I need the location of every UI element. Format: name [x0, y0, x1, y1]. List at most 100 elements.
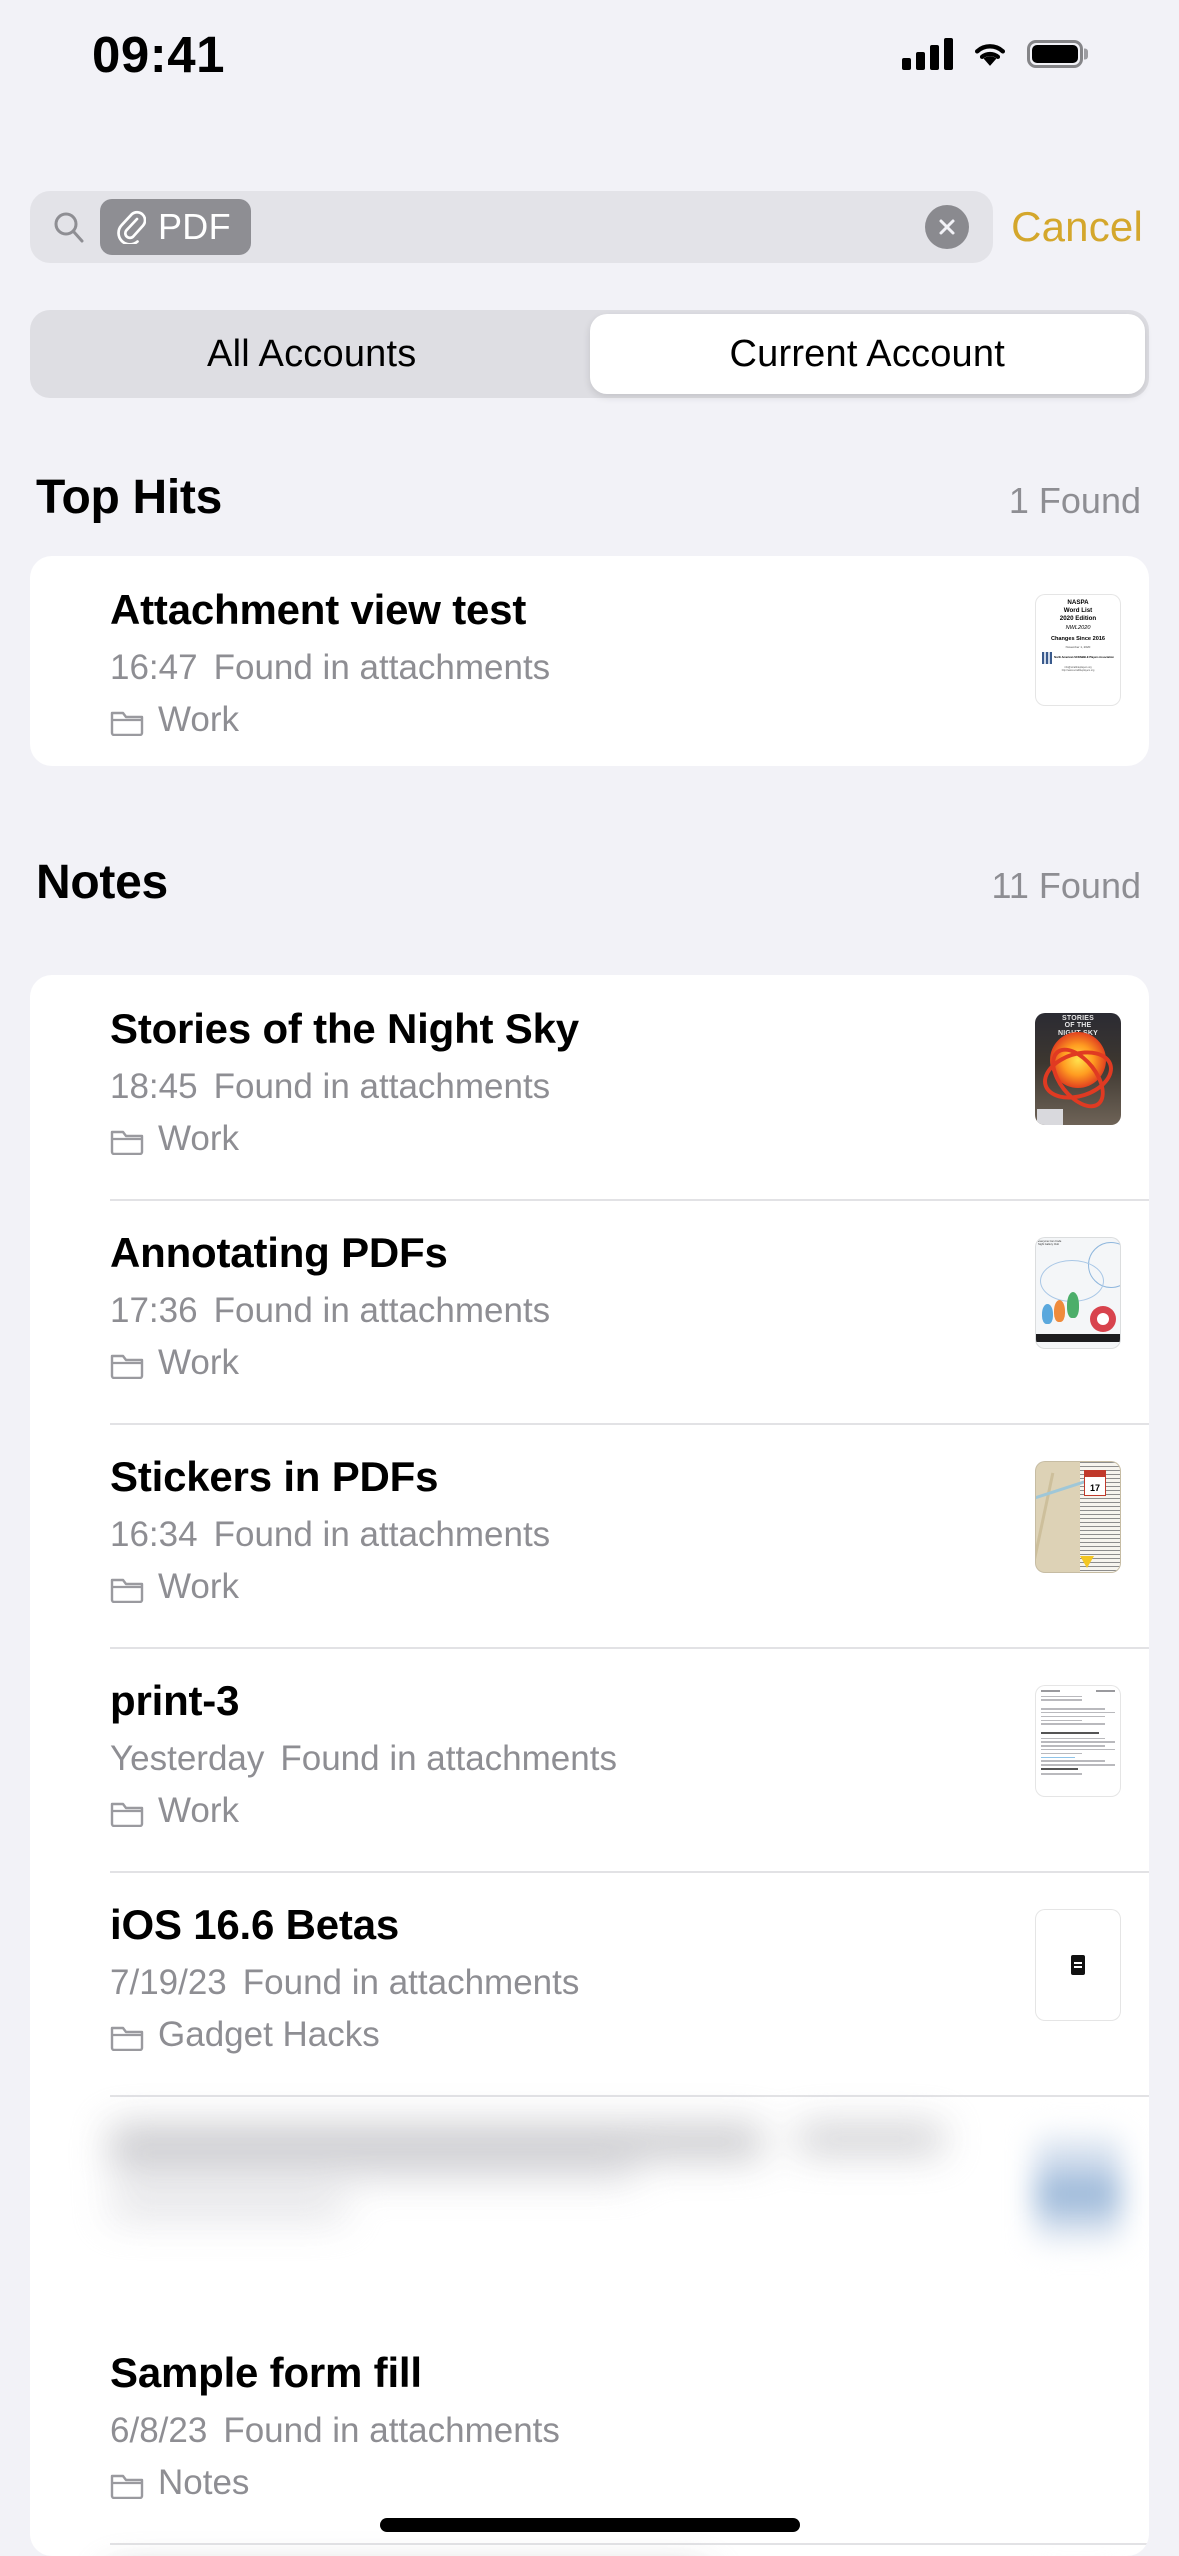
note-thumbnail: [1035, 2133, 1121, 2245]
note-folder-label: Work: [158, 1119, 240, 1158]
status-bar: 09:41: [0, 0, 1179, 108]
scope-all-accounts[interactable]: All Accounts: [34, 314, 590, 394]
note-folder: Work: [110, 1567, 1015, 1607]
list-item[interactable]: iOS 16.6 Betas 7/19/23 Found in attachme…: [30, 1871, 1149, 2095]
note-info: Stickers in PDFs 16:34 Found in attachme…: [110, 1453, 1035, 1607]
top-hits-card: Attachment view test 16:47 Found in atta…: [30, 556, 1149, 766]
folder-icon: [110, 2468, 144, 2500]
note-folder-label: Notes: [158, 2463, 250, 2502]
note-match: Found in attachments: [213, 1291, 551, 1330]
thumb-org: NASPA: [1067, 599, 1089, 606]
note-match: Found in attachments: [223, 2411, 560, 2450]
list-item[interactable]: [30, 2543, 1149, 2556]
scope-segmented-control[interactable]: All Accounts Current Account: [30, 310, 1149, 398]
list-item[interactable]: print-3 Yesterday Found in attachments W…: [30, 1647, 1149, 1871]
note-date: 16:47: [110, 648, 198, 687]
list-item[interactable]: [30, 2095, 1149, 2319]
home-indicator[interactable]: [379, 2518, 800, 2532]
notes-header: Notes 11 Found: [0, 855, 1179, 910]
note-thumbnail: Everyone Can Code Night Gallery Club: [1035, 1237, 1121, 1349]
status-indicators: [902, 38, 1083, 70]
note-title: Attachment view test: [110, 586, 527, 633]
note-meta: Yesterday Found in attachments: [110, 1739, 1015, 1779]
note-folder: Work: [110, 700, 1015, 740]
note-folder-label: Gadget Hacks: [158, 2015, 380, 2054]
folder-icon: [110, 1796, 144, 1828]
thumb-code: NWL2020: [1065, 625, 1091, 632]
note-thumbnail: NASPA Word List 2020 Edition NWL2020 Cha…: [1035, 594, 1121, 706]
note-folder-label: Work: [158, 1567, 240, 1606]
folder-icon: [110, 1124, 144, 1156]
note-info: Sample form fill 6/8/23 Found in attachm…: [110, 2349, 1035, 2503]
list-item[interactable]: Annotating PDFs 17:36 Found in attachmen…: [30, 1199, 1149, 1423]
cancel-button[interactable]: Cancel: [1011, 203, 1143, 251]
note-title: Sample form fill: [110, 2349, 422, 2396]
notes-title: Notes: [36, 856, 168, 909]
note-folder: Work: [110, 1343, 1015, 1383]
thumb-changes: Changes Since 2016: [1050, 636, 1106, 643]
folder-icon: [110, 1348, 144, 1380]
note-folder: Notes: [110, 2463, 1015, 2503]
list-item[interactable]: Stickers in PDFs 16:34 Found in attachme…: [30, 1423, 1149, 1647]
note-thumbnail: STORIES OF THE NIGHT SKY: [1035, 1013, 1121, 1125]
note-folder: Work: [110, 1119, 1015, 1159]
thumb-line1: Word List: [1063, 606, 1093, 614]
note-thumbnail: 17: [1035, 1461, 1121, 1573]
note-thumbnail: [1035, 2357, 1121, 2469]
note-match: Found in attachments: [280, 1739, 617, 1778]
scope-current-account[interactable]: Current Account: [589, 314, 1145, 394]
note-folder-label: Work: [158, 1343, 240, 1382]
note-meta: 18:45 Found in attachments: [110, 1067, 1015, 1107]
thumb-org-name: North American SCRABBLE Players Associat…: [1054, 656, 1114, 660]
search-token-label: PDF: [158, 206, 231, 247]
status-time: 09:41: [92, 25, 225, 83]
redacted-note-info: [110, 2125, 1035, 2289]
folder-icon: [110, 1572, 144, 1604]
note-folder: Gadget Hacks: [110, 2015, 1015, 2055]
thumb-badge: 17: [1084, 1470, 1106, 1496]
list-item[interactable]: Attachment view test 16:47 Found in atta…: [30, 556, 1149, 766]
note-folder: Work: [110, 1791, 1015, 1831]
list-item[interactable]: Stories of the Night Sky 18:45 Found in …: [30, 975, 1149, 1199]
notes-count: 11 Found: [991, 865, 1141, 906]
note-title: Annotating PDFs: [110, 1229, 448, 1276]
black-chip-icon: [1071, 1955, 1085, 1975]
note-match: Found in attachments: [242, 1963, 580, 2002]
note-meta: 17:36 Found in attachments: [110, 1291, 1015, 1331]
notes-card: Stories of the Night Sky 18:45 Found in …: [30, 975, 1149, 2556]
clear-search-button[interactable]: [925, 205, 970, 249]
note-info: Annotating PDFs 17:36 Found in attachmen…: [110, 1229, 1035, 1383]
list-item[interactable]: Sample form fill 6/8/23 Found in attachm…: [30, 2319, 1149, 2543]
notes-search-screen: 09:41 PDF Cancel All Accounts Current Ac…: [0, 0, 1179, 2556]
note-match: Found in attachments: [213, 648, 551, 687]
thumb-line1: STORIES: [1061, 1015, 1094, 1022]
search-icon: [52, 210, 86, 244]
top-hits-title: Top Hits: [36, 471, 223, 524]
search-bar-row: PDF Cancel: [0, 190, 1179, 264]
note-date: 18:45: [110, 1067, 198, 1106]
note-date: 16:34: [110, 1515, 198, 1554]
note-title: Stickers in PDFs: [110, 1453, 439, 1500]
search-token-pdf[interactable]: PDF: [100, 199, 251, 255]
thumb-date: November 1, 2020: [1065, 645, 1091, 650]
note-title: iOS 16.6 Betas: [110, 1901, 400, 1948]
note-info: iOS 16.6 Betas 7/19/23 Found in attachme…: [110, 1901, 1035, 2055]
note-meta: 7/19/23 Found in attachments: [110, 1963, 1015, 2003]
note-date: 6/8/23: [110, 2411, 208, 2450]
note-meta: 6/8/23 Found in attachments: [110, 2411, 1015, 2451]
note-meta: 16:47 Found in attachments: [110, 648, 1015, 688]
top-hits-header: Top Hits 1 Found: [0, 470, 1179, 525]
search-input[interactable]: PDF: [30, 191, 994, 263]
note-thumbnail: [1035, 1909, 1121, 2021]
cellular-signal-icon: [902, 38, 953, 70]
note-folder-label: Work: [158, 1791, 240, 1830]
note-info: Attachment view test 16:47 Found in atta…: [110, 586, 1035, 740]
battery-icon: [1027, 40, 1083, 68]
thumb-line2: 2020 Edition: [1059, 614, 1097, 622]
note-title: Stories of the Night Sky: [110, 1005, 579, 1052]
folder-icon: [110, 705, 144, 737]
note-match: Found in attachments: [213, 1067, 551, 1106]
wifi-icon: [971, 39, 1009, 69]
top-hits-count: 1 Found: [1008, 480, 1141, 521]
folder-icon: [110, 2020, 144, 2052]
